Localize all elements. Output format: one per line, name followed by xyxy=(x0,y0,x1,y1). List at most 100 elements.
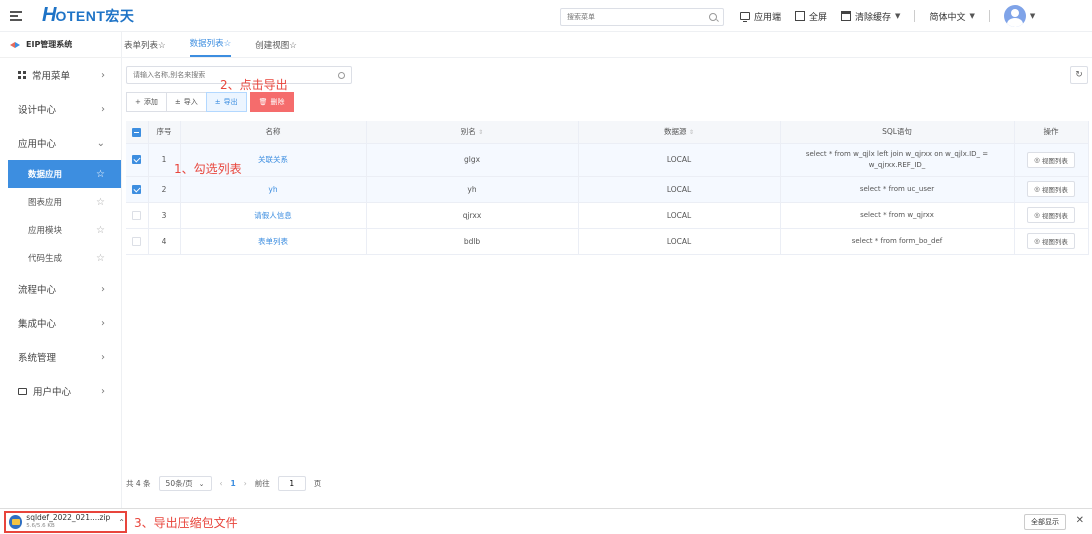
row-name-link[interactable]: yh xyxy=(268,185,277,194)
star-icon[interactable]: ☆ xyxy=(224,39,232,49)
clear-cache-dropdown[interactable]: 清除缓存 ▼ xyxy=(841,10,900,23)
prev-page-icon[interactable]: ‹ xyxy=(220,479,223,488)
plus-icon: + xyxy=(135,98,141,106)
view-list-button[interactable]: ◎ 视图列表 xyxy=(1027,181,1075,197)
row-name-link[interactable]: 请假人信息 xyxy=(254,211,292,220)
user-menu[interactable]: ▼ xyxy=(1003,5,1035,27)
page-size-select[interactable]: 50条/页 ⌄ xyxy=(158,476,212,491)
row-checkbox[interactable] xyxy=(132,236,142,246)
eye-icon: ◎ xyxy=(1034,185,1040,193)
fullscreen-button[interactable]: 全屏 xyxy=(795,10,827,23)
column-header-sortable[interactable]: 数据源 ⇕ xyxy=(578,121,781,144)
refresh-button[interactable]: ↻ xyxy=(1070,66,1088,84)
sidebar-item-code-gen[interactable]: 代码生成 ☆ xyxy=(0,244,121,272)
chevron-right-icon: › xyxy=(101,103,105,115)
table-row[interactable]: 4 表单列表 bdlb LOCAL select * from form_bo_… xyxy=(126,228,1089,255)
row-checkbox[interactable] xyxy=(132,184,142,194)
chevron-up-icon[interactable]: ⌃ xyxy=(118,518,125,527)
tab-form-list[interactable]: 表单列表☆ xyxy=(124,39,166,57)
sidebar-item-app-center[interactable]: 应用中心 ⌄ xyxy=(0,126,121,160)
table-row[interactable]: 2 yh yh LOCAL select * from uc_user ◎ 视图列… xyxy=(126,176,1089,203)
star-icon[interactable]: ☆ xyxy=(96,169,105,180)
app-side-button[interactable]: 应用端 xyxy=(740,10,781,23)
table-header-row: 序号 名称 别名 ⇕ 数据源 ⇕ SQL语句 操作 xyxy=(126,121,1089,144)
sidebar-item-system-mgmt[interactable]: 系统管理 › xyxy=(0,340,121,374)
sort-icon[interactable]: ⇕ xyxy=(689,129,694,136)
eye-icon: ◎ xyxy=(1034,237,1040,245)
sidebar-item-common-menu[interactable]: 常用菜单 › xyxy=(0,58,121,92)
export-button[interactable]: ± 导出 xyxy=(205,92,247,112)
view-list-button[interactable]: ◎ 视图列表 xyxy=(1027,233,1075,249)
archive-icon xyxy=(9,515,23,529)
search-icon[interactable] xyxy=(338,71,345,79)
sidebar-item-process-center[interactable]: 流程中心 › xyxy=(0,272,121,306)
chevron-down-icon: ⌄ xyxy=(198,479,205,488)
trash-icon: 🗑 xyxy=(258,98,268,106)
logo-text: OTENT宏天 xyxy=(55,7,135,24)
menu-toggle-icon[interactable] xyxy=(10,10,22,21)
row-name-link[interactable]: 关联关系 xyxy=(258,155,288,164)
sidebar-item-design-center[interactable]: 设计中心 › xyxy=(0,92,121,126)
column-header: 序号 xyxy=(148,121,181,144)
sidebar-item-label: 数据应用 xyxy=(28,170,63,180)
logo-mark: H xyxy=(42,4,56,26)
column-header: 操作 xyxy=(1014,121,1089,144)
menu-search-input[interactable] xyxy=(567,13,697,21)
sidebar-item-label: 常用菜单 xyxy=(32,71,71,82)
logo: H OTENT宏天 xyxy=(42,4,134,27)
view-list-button[interactable]: ◎ 视图列表 xyxy=(1027,207,1075,223)
sort-icon[interactable]: ⇕ xyxy=(478,129,483,136)
sidebar-item-label: 设计中心 xyxy=(18,105,57,116)
chevron-right-icon: › xyxy=(101,351,105,363)
row-name-link[interactable]: 表单列表 xyxy=(258,237,288,246)
search-icon[interactable] xyxy=(709,13,717,21)
download-filename: sqldef_2022_021....zip xyxy=(26,513,111,522)
import-button[interactable]: ± 导入 xyxy=(165,92,207,112)
goto-page-input[interactable] xyxy=(277,476,306,491)
table-row[interactable]: 1 关联关系 glgx LOCAL select * from w_qjlx l… xyxy=(126,143,1089,177)
language-dropdown[interactable]: 简体中文 ▼ xyxy=(929,10,974,23)
view-list-button[interactable]: ◎ 视图列表 xyxy=(1027,151,1075,168)
clean-icon xyxy=(841,11,852,21)
refresh-icon: ↻ xyxy=(1075,70,1083,80)
chevron-right-icon: › xyxy=(101,69,105,81)
show-all-button[interactable]: 全部显示 xyxy=(1024,514,1066,530)
column-header-sortable[interactable]: 别名 ⇕ xyxy=(366,121,579,144)
sidebar-item-integration-center[interactable]: 集成中心 › xyxy=(0,306,121,340)
annotation-step3: 3、导出压缩包文件 xyxy=(134,516,238,530)
chevron-right-icon: › xyxy=(101,317,105,329)
eip-icon xyxy=(10,41,20,49)
page-suffix: 页 xyxy=(313,479,322,488)
sidebar-item-chart-app[interactable]: 图表应用 ☆ xyxy=(0,188,121,216)
table-row[interactable]: 3 请假人信息 qjrxx LOCAL select * from w_qjrx… xyxy=(126,202,1089,229)
menu-search xyxy=(560,8,724,26)
star-icon[interactable]: ☆ xyxy=(96,197,105,208)
tab-data-list[interactable]: 数据列表☆ xyxy=(189,37,232,57)
row-checkbox[interactable] xyxy=(132,210,142,220)
column-header: 名称 xyxy=(180,121,367,144)
app-side-label: 应用端 xyxy=(754,12,782,23)
goto-label: 前往 xyxy=(254,479,270,488)
sidebar-item-user-center[interactable]: 用户中心 › xyxy=(0,374,121,408)
page-number[interactable]: 1 xyxy=(231,479,236,488)
add-button[interactable]: + 添加 xyxy=(126,92,167,112)
star-icon[interactable]: ☆ xyxy=(158,41,166,51)
tab-create-view[interactable]: 创建视图☆ xyxy=(255,39,297,57)
clear-cache-label: 清除缓存 xyxy=(855,12,892,23)
row-checkbox[interactable] xyxy=(132,155,142,165)
select-all-checkbox[interactable] xyxy=(132,127,142,137)
star-icon[interactable]: ☆ xyxy=(96,225,105,236)
next-page-icon[interactable]: › xyxy=(244,479,247,488)
sidebar-item-app-module[interactable]: 应用模块 ☆ xyxy=(0,216,121,244)
star-icon[interactable]: ☆ xyxy=(96,253,105,264)
close-icon[interactable]: ✕ xyxy=(1076,515,1084,526)
download-item[interactable]: sqldef_2022_021....zip 5.6/5.6 KB ⌃ xyxy=(4,511,127,533)
language-label: 简体中文 xyxy=(929,12,966,23)
sidebar-item-data-app[interactable]: 数据应用 ☆ xyxy=(8,160,121,188)
divider xyxy=(988,10,990,22)
caret-down-icon: ▼ xyxy=(895,12,901,20)
system-title-label: EIP管理系统 xyxy=(26,40,73,49)
total-count: 共 4 条 xyxy=(126,479,151,488)
delete-button[interactable]: 🗑 删除 xyxy=(249,92,294,112)
star-icon[interactable]: ☆ xyxy=(289,41,297,51)
